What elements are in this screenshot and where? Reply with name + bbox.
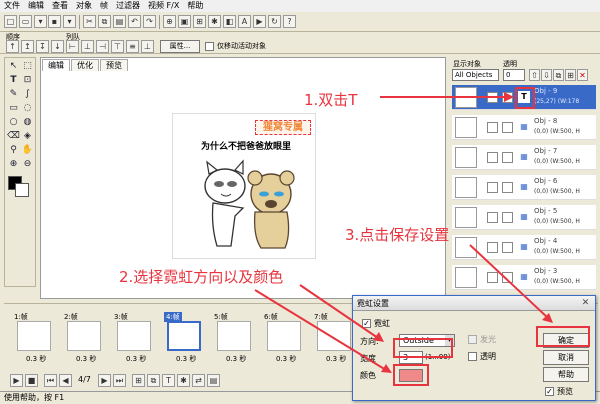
annotation-arrows — [254, 92, 553, 373]
annotation-step1: 1.双击T — [304, 91, 358, 109]
annotation-step3: 3.点击保存设置 — [345, 226, 450, 244]
annotation-step2: 2.选择霓虹方向以及颜色 — [119, 268, 284, 286]
